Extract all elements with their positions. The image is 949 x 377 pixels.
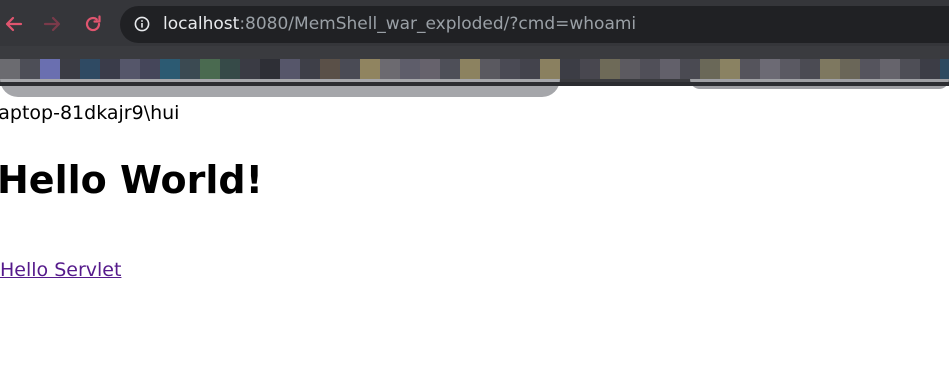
pixel-block (460, 59, 480, 79)
pixel-block (800, 59, 820, 79)
url-path: :8080/MemShell_war_exploded/?cmd=whoami (239, 14, 637, 34)
pixel-block (500, 59, 520, 79)
arrow-right-icon (43, 16, 61, 32)
pixel-block (20, 59, 40, 79)
pixel-block (700, 59, 720, 79)
pixel-block (580, 59, 600, 79)
browser-chrome: localhost:8080/MemShell_war_exploded/?cm… (0, 0, 949, 100)
pixel-block (80, 59, 100, 79)
pixel-block (600, 59, 620, 79)
info-icon[interactable] (134, 16, 150, 32)
pixel-block (420, 59, 440, 79)
page-heading: Hello World! (0, 158, 263, 202)
pixel-block (440, 59, 460, 79)
pixel-block (540, 59, 560, 79)
pixel-block (340, 59, 360, 79)
url-text[interactable]: localhost:8080/MemShell_war_exploded/?cm… (163, 14, 636, 34)
pixel-block (0, 59, 20, 79)
pixel-block (40, 59, 60, 79)
pixel-block (280, 59, 300, 79)
pixel-block (560, 59, 580, 79)
pixel-block (920, 59, 940, 79)
pixel-block (360, 59, 380, 79)
pixel-block (100, 59, 120, 79)
pixel-block (740, 59, 760, 79)
arrow-left-icon (5, 16, 23, 32)
pixel-block (120, 59, 140, 79)
command-output-text: laptop-81dkajr9\hui (0, 102, 180, 124)
back-button[interactable] (2, 12, 26, 36)
pixel-block (200, 59, 220, 79)
pixel-block (240, 59, 260, 79)
pixel-block (860, 59, 880, 79)
pixel-block (220, 59, 240, 79)
pixel-block (720, 59, 740, 79)
pixel-block (300, 59, 320, 79)
pixel-block (480, 59, 500, 79)
pixel-block (900, 59, 920, 79)
page-content: laptop-81dkajr9\hui Hello World! Hello S… (0, 100, 949, 377)
pixel-block (760, 59, 780, 79)
pixel-block (780, 59, 800, 79)
url-host: localhost (163, 14, 240, 34)
pixel-block (320, 59, 340, 79)
pixel-block (880, 59, 900, 79)
pixel-block (160, 59, 180, 79)
bookmarks-divider (0, 82, 949, 86)
pixel-block (680, 59, 700, 79)
pixel-block (660, 59, 680, 79)
pixel-block (380, 59, 400, 79)
pixel-block (640, 59, 660, 79)
reload-button[interactable] (81, 12, 105, 36)
pixel-block (840, 59, 860, 79)
pixel-block (400, 59, 420, 79)
pixel-block (140, 59, 160, 79)
address-bar[interactable]: localhost:8080/MemShell_war_exploded/?cm… (120, 6, 949, 43)
hello-servlet-link[interactable]: Hello Servlet (0, 258, 121, 282)
pixel-block (620, 59, 640, 79)
bookmarks-bar-pixelated (0, 46, 949, 100)
pixel-block (820, 59, 840, 79)
pixel-block (180, 59, 200, 79)
pixel-block (940, 59, 949, 79)
forward-button[interactable] (40, 12, 64, 36)
pixel-block (60, 59, 80, 79)
browser-toolbar: localhost:8080/MemShell_war_exploded/?cm… (0, 0, 949, 46)
reload-icon (85, 15, 101, 32)
pixel-block (520, 59, 540, 79)
pixel-block (260, 59, 280, 79)
